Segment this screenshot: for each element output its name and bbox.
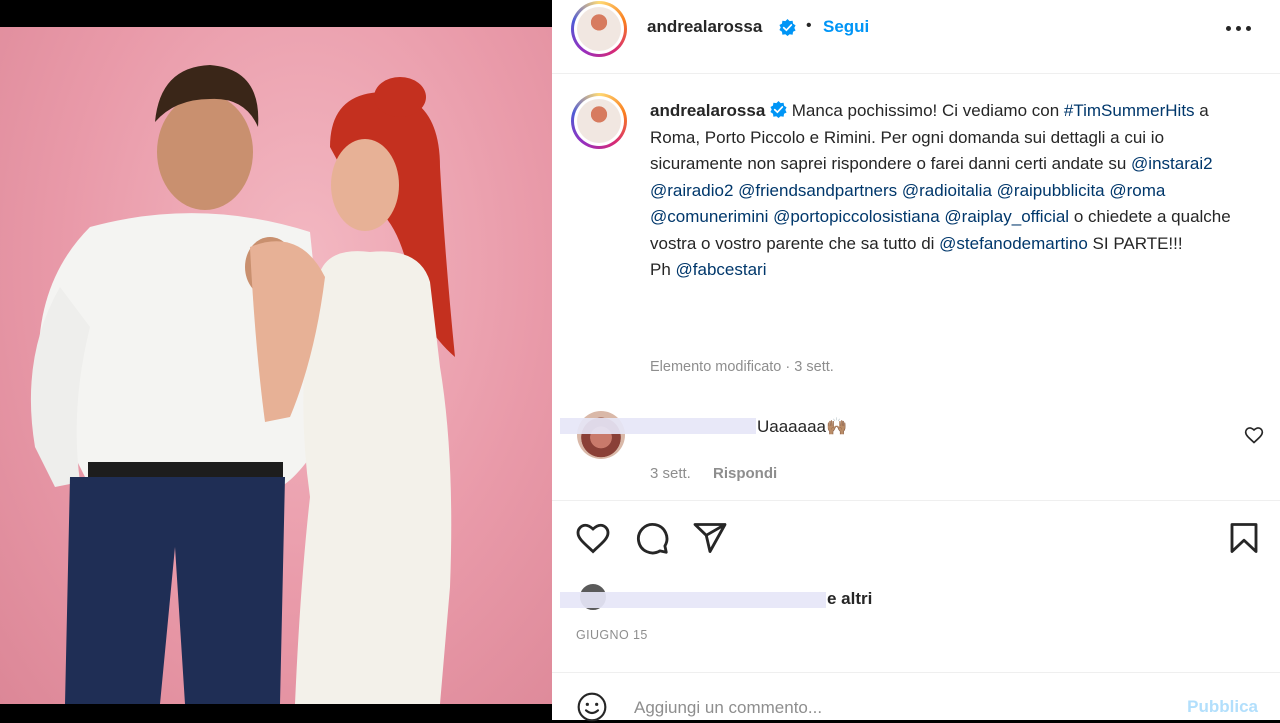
author-avatar[interactable] — [571, 1, 627, 57]
post-date[interactable]: GIUGNO 15 — [576, 628, 648, 642]
comment-bubble-icon[interactable] — [634, 520, 670, 556]
mention-link[interactable]: @raipubblicita — [997, 181, 1105, 200]
post-photo[interactable] — [0, 27, 552, 704]
share-send-icon[interactable] — [692, 520, 728, 556]
hashtag-link[interactable]: #TimSummerHits — [1064, 101, 1195, 120]
caption-username[interactable]: andrealarossa — [650, 101, 765, 120]
meta-separator: · — [785, 359, 791, 375]
edited-label: Elemento modificato — [650, 359, 782, 375]
mention-link[interactable]: @comunerimini — [650, 207, 768, 226]
likes-others-link[interactable]: e altri — [827, 589, 872, 609]
follow-button[interactable]: Segui — [823, 17, 869, 37]
mention-link[interactable]: @portopiccolosistiana — [773, 207, 940, 226]
mention-link[interactable]: @rairadio2 — [650, 181, 733, 200]
redacted-username — [560, 418, 756, 434]
save-bookmark-icon[interactable] — [1226, 520, 1262, 556]
add-comment-bar: Pubblica — [552, 672, 1280, 723]
post-caption: andrealarossa Manca pochissimo! Ci vedia… — [650, 98, 1250, 284]
comment-input[interactable] — [634, 695, 1154, 721]
more-options-icon[interactable] — [1226, 16, 1256, 40]
post-details-panel: andrealarossa • Segui andrealarossa Manc… — [552, 0, 1280, 723]
photo-illustration — [30, 65, 455, 704]
mention-link[interactable]: @stefanodemartino — [939, 234, 1088, 253]
caption-author-avatar[interactable] — [571, 93, 627, 149]
caption-meta: Elemento modificato · 3 sett. — [650, 359, 834, 375]
caption-photo-credit-label: Ph — [650, 260, 671, 279]
mention-link[interactable]: @instarai2 — [1131, 154, 1213, 173]
post-media-panel — [0, 0, 552, 720]
verified-badge-icon — [770, 101, 787, 118]
author-username[interactable]: andrealarossa — [647, 17, 762, 37]
like-heart-icon[interactable] — [575, 520, 611, 556]
publish-button[interactable]: Pubblica — [1187, 697, 1258, 717]
caption-text-4: SI PARTE!!! — [1092, 233, 1183, 253]
mention-link[interactable]: @friendsandpartners — [738, 181, 897, 200]
reply-button[interactable]: Rispondi — [713, 465, 777, 482]
caption-time[interactable]: 3 sett. — [794, 359, 834, 375]
mention-link[interactable]: @radioitalia — [902, 181, 992, 200]
mention-link[interactable]: @raiplay_official — [944, 207, 1069, 226]
comment-time[interactable]: 3 sett. — [650, 465, 691, 482]
caption-text-1: Manca pochissimo! Ci vediamo con — [791, 101, 1060, 120]
mention-link[interactable]: @fabcestari — [676, 260, 767, 279]
verified-badge-icon — [779, 19, 796, 36]
comment-text: Uaaaaaa🙌🏽 — [757, 417, 848, 436]
redacted-likers — [560, 592, 826, 608]
emoji-icon[interactable] — [576, 691, 608, 723]
header-separator: • — [806, 17, 812, 34]
mention-link[interactable]: @roma — [1109, 181, 1165, 200]
post-header: andrealarossa • Segui — [552, 0, 1280, 74]
comment-like-heart-icon[interactable] — [1244, 425, 1264, 445]
